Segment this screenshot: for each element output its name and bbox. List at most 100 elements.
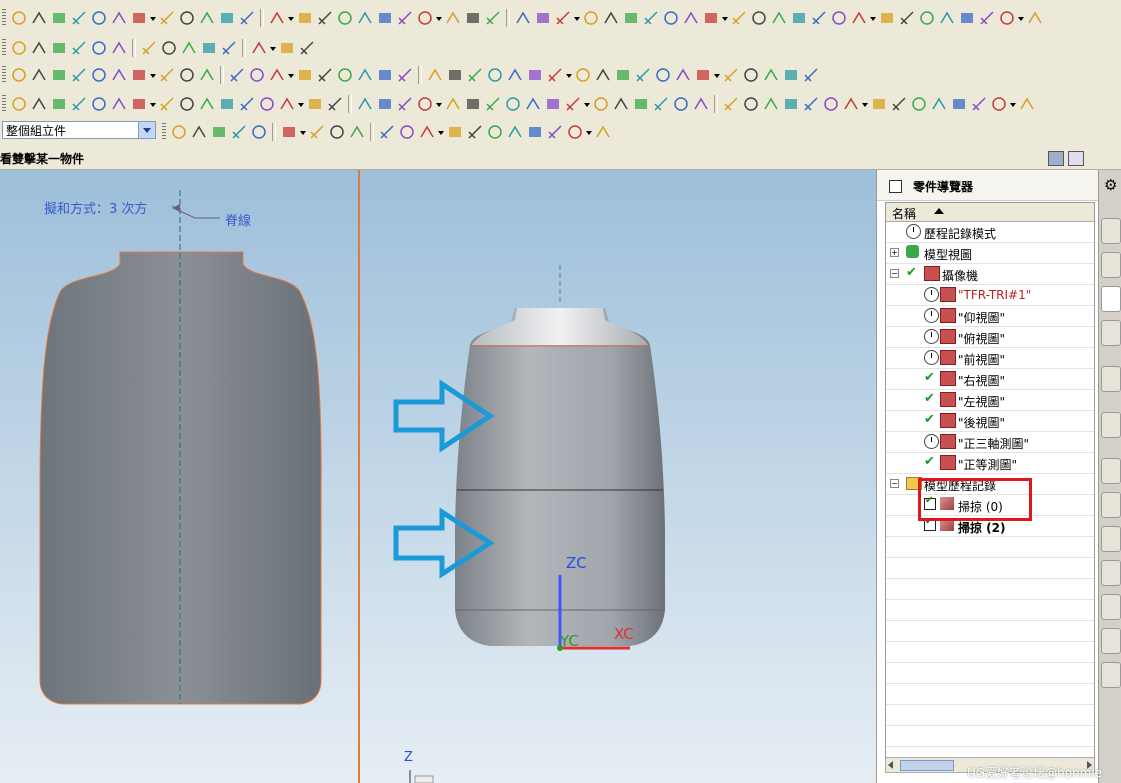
toolbar-tool-icon[interactable] (762, 95, 780, 113)
toolbar-tool-icon[interactable] (10, 39, 28, 57)
chevron-down-icon[interactable] (585, 123, 593, 141)
toolbar-tool-icon[interactable] (228, 66, 246, 84)
toolbar-tool-icon[interactable] (316, 66, 334, 84)
toolbar-tool-icon[interactable] (878, 9, 896, 27)
toolbar-tool-icon[interactable] (998, 9, 1016, 27)
toolbar-tool-icon[interactable] (416, 95, 434, 113)
tree-row[interactable]: "前視圖" (886, 348, 1094, 369)
toolbar-tool-icon[interactable] (238, 95, 256, 113)
toolbar-tool-icon[interactable] (750, 9, 768, 27)
toolbar-tool-icon[interactable] (842, 95, 860, 113)
scrollbar-thumb[interactable] (900, 760, 954, 771)
toolbar-tool-icon[interactable] (742, 66, 760, 84)
toolbar-tool-icon[interactable] (50, 39, 68, 57)
toolbar-tool-icon[interactable] (466, 66, 484, 84)
toolbar-tool-icon[interactable] (178, 95, 196, 113)
tree-row[interactable]: ✔ "正等測圖" (886, 453, 1094, 474)
toolbar-tool-icon[interactable] (378, 123, 396, 141)
toolbar-grip[interactable] (162, 123, 166, 141)
toolbar-tool-icon[interactable] (614, 66, 632, 84)
toolbar-tool-icon[interactable] (506, 123, 524, 141)
toolbar-tool-icon[interactable] (970, 95, 988, 113)
toolbar-tool-icon[interactable] (210, 123, 228, 141)
toolbar-tool-icon[interactable] (230, 123, 248, 141)
toolbar-tool-icon[interactable] (730, 9, 748, 27)
toolbar-tool-icon[interactable] (898, 9, 916, 27)
toolbar-tool-icon[interactable] (692, 95, 710, 113)
toolbar-tool-icon[interactable] (348, 123, 366, 141)
toolbar-tool-icon[interactable] (514, 9, 532, 27)
toolbar-tool-icon[interactable] (90, 39, 108, 57)
toolbar-tool-icon[interactable] (376, 9, 394, 27)
expand-toggle-icon[interactable]: − (890, 269, 899, 278)
chevron-down-icon[interactable] (861, 95, 869, 113)
toolbar-tool-icon[interactable] (376, 95, 394, 113)
toolbar-tool-icon[interactable] (524, 95, 542, 113)
expand-toggle-icon[interactable]: − (890, 479, 899, 488)
chevron-down-icon[interactable] (437, 123, 445, 141)
tab-system-scenes[interactable] (1101, 560, 1121, 586)
toolbar-tool-icon[interactable] (544, 95, 562, 113)
toolbar-tool-icon[interactable] (782, 95, 800, 113)
toolbar-tool-icon[interactable] (170, 123, 188, 141)
toolbar-tool-icon[interactable] (526, 66, 544, 84)
toolbar-tool-icon[interactable] (10, 66, 28, 84)
toolbar-tool-icon[interactable] (10, 95, 28, 113)
toolbar-tool-icon[interactable] (316, 9, 334, 27)
toolbar-tool-icon[interactable] (110, 39, 128, 57)
toolbar-tool-icon[interactable] (238, 9, 256, 27)
tree-row[interactable]: "TFR-TRI#1" (886, 285, 1094, 306)
toolbar-tool-icon[interactable] (850, 9, 868, 27)
tab-history[interactable] (1101, 412, 1121, 438)
toolbar-tool-icon[interactable] (444, 9, 462, 27)
toolbar-tool-icon[interactable] (534, 9, 552, 27)
toolbar-tool-icon[interactable] (278, 39, 296, 57)
chevron-down-icon[interactable] (149, 66, 157, 84)
toolbar-tool-icon[interactable] (268, 9, 286, 27)
toolbar-tool-icon[interactable] (802, 66, 820, 84)
chevron-down-icon[interactable] (138, 122, 155, 138)
toolbar-tool-icon[interactable] (722, 95, 740, 113)
toolbar-tool-icon[interactable] (694, 66, 712, 84)
tree-row[interactable]: − ✔ 攝像機 (886, 264, 1094, 285)
toolbar-tool-icon[interactable] (396, 9, 414, 27)
tab-constraints[interactable] (1101, 252, 1121, 278)
toolbar-tool-icon[interactable] (158, 9, 176, 27)
toolbar-tool-icon[interactable] (326, 95, 344, 113)
toolbar-tool-icon[interactable] (554, 9, 572, 27)
toolbar-tool-icon[interactable] (356, 95, 374, 113)
toolbar-grip[interactable] (2, 9, 6, 27)
tab-reports[interactable] (1101, 628, 1121, 654)
toolbar-tool-icon[interactable] (612, 95, 630, 113)
toolbar-tool-icon[interactable] (296, 66, 314, 84)
toolbar-tool-icon[interactable] (930, 95, 948, 113)
chevron-down-icon[interactable] (1017, 9, 1025, 27)
toolbar-tool-icon[interactable] (446, 123, 464, 141)
toolbar-tool-icon[interactable] (258, 95, 276, 113)
toolbar-tool-icon[interactable] (220, 39, 238, 57)
toolbar-tool-icon[interactable] (218, 95, 236, 113)
chevron-down-icon[interactable] (721, 9, 729, 27)
toolbar-tool-icon[interactable] (652, 95, 670, 113)
toolbar-tool-icon[interactable] (582, 9, 600, 27)
toolbar-tool-icon[interactable] (306, 95, 324, 113)
tree-row[interactable]: ✔ "左視圖" (886, 390, 1094, 411)
assembly-filter-select[interactable]: 整個組立件 (2, 121, 156, 139)
toolbar-tool-icon[interactable] (190, 123, 208, 141)
toolbar-tool-icon[interactable] (594, 123, 612, 141)
toolbar-tool-icon[interactable] (376, 66, 394, 84)
toolbar-tool-icon[interactable] (810, 9, 828, 27)
toolbar-tool-icon[interactable] (546, 66, 564, 84)
chevron-down-icon[interactable] (1009, 95, 1017, 113)
toolbar-grip[interactable] (2, 39, 6, 57)
toolbar-tool-icon[interactable] (722, 66, 740, 84)
toolbar-tool-icon[interactable] (592, 95, 610, 113)
toolbar-tool-icon[interactable] (50, 66, 68, 84)
toolbar-tool-icon[interactable] (504, 95, 522, 113)
toolbar-tool-icon[interactable] (484, 95, 502, 113)
toolbar-tool-icon[interactable] (158, 66, 176, 84)
toolbar-tool-icon[interactable] (990, 95, 1008, 113)
toolbar-tool-icon[interactable] (178, 9, 196, 27)
tree-row[interactable]: "仰視圖" (886, 306, 1094, 327)
toolbar-tool-icon[interactable] (632, 95, 650, 113)
